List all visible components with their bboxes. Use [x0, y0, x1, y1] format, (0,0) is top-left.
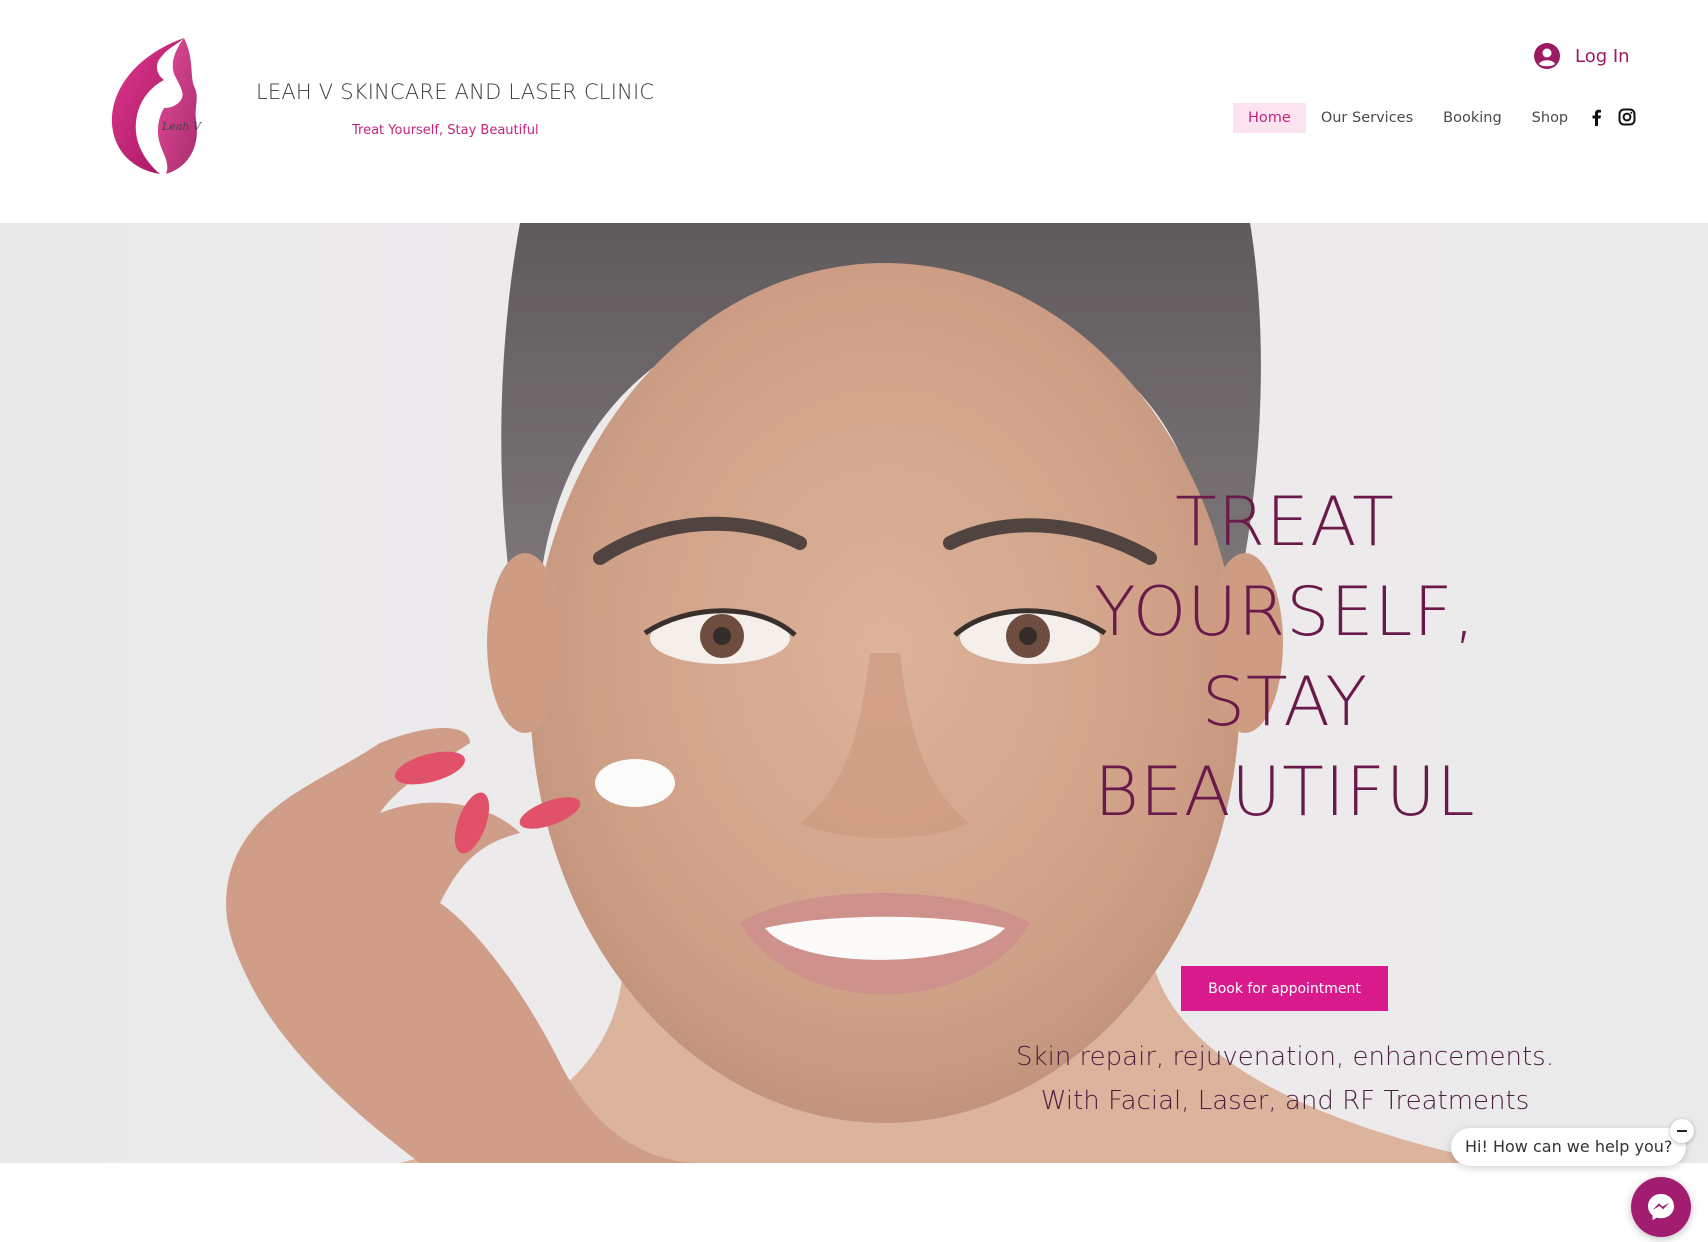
site-tagline: Treat Yourself, Stay Beautiful	[352, 123, 539, 138]
login-button[interactable]: Log In	[1533, 42, 1630, 70]
nav-home[interactable]: Home	[1233, 103, 1306, 133]
hero-section: TREAT YOURSELF, STAY BEAUTIFUL Book for …	[0, 223, 1708, 1163]
user-avatar-icon	[1534, 43, 1560, 69]
login-label: Log In	[1575, 45, 1630, 67]
chat-button[interactable]	[1631, 1177, 1691, 1237]
book-appointment-button[interactable]: Book for appointment	[1181, 966, 1388, 1011]
logo-signature: Leah V	[161, 120, 202, 133]
instagram-icon[interactable]	[1618, 108, 1636, 126]
hero-headline-line: TREAT	[1175, 483, 1395, 562]
hero-headline: TREAT YOURSELF, STAY BEAUTIFUL	[1060, 478, 1510, 838]
logo-icon[interactable]: Leah V	[104, 34, 214, 176]
main-nav: Home Our Services Booking Shop	[1233, 103, 1583, 133]
facebook-icon[interactable]	[1588, 108, 1606, 126]
chat-greeting-bubble[interactable]: Hi! How can we help you?	[1451, 1128, 1687, 1166]
hero-headline-line: BEAUTIFUL	[1094, 753, 1476, 832]
hero-subtext-line: Skin repair, rejuvenation, enhancements.	[1016, 1042, 1554, 1072]
messenger-icon	[1648, 1194, 1674, 1220]
social-bar	[1588, 108, 1636, 126]
site-header: Leah V LEAH V SKINCARE AND LASER CLINIC …	[0, 0, 1708, 223]
nav-booking[interactable]: Booking	[1428, 103, 1517, 133]
hero-headline-line: YOURSELF,	[1093, 573, 1477, 652]
hero-headline-line: STAY	[1201, 663, 1369, 742]
site-title[interactable]: LEAH V SKINCARE AND LASER CLINIC	[256, 80, 654, 104]
nav-our-services[interactable]: Our Services	[1306, 103, 1428, 133]
hero-subtext-line: With Facial, Laser, and RF Treatments	[1040, 1086, 1530, 1116]
nav-shop[interactable]: Shop	[1517, 103, 1583, 133]
hero-subtext: Skin repair, rejuvenation, enhancements.…	[1010, 1035, 1560, 1123]
chat-minimize-icon[interactable]	[1670, 1119, 1694, 1143]
